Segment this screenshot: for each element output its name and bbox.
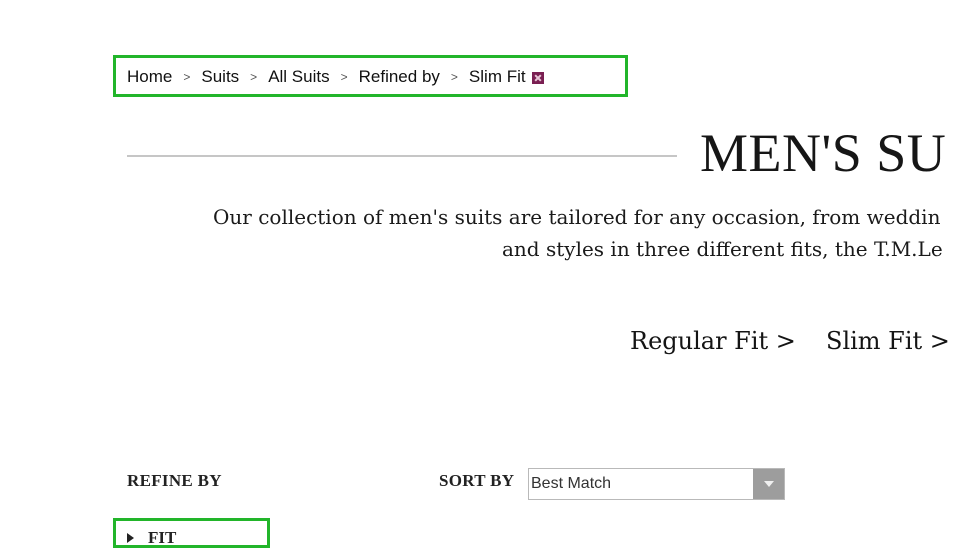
breadcrumb-home[interactable]: Home: [127, 67, 172, 87]
remove-filter-icon[interactable]: [531, 72, 544, 84]
regular-fit-link[interactable]: Regular Fit >: [630, 327, 796, 355]
sort-by-label: SORT BY: [439, 471, 515, 490]
sort-by-select[interactable]: Best Match: [528, 468, 785, 500]
sort-selected-value: Best Match: [531, 475, 612, 492]
refine-by-heading: REFINE BY: [127, 471, 222, 490]
breadcrumb-all-suits[interactable]: All Suits: [268, 67, 329, 87]
breadcrumb-separator: >: [340, 70, 348, 84]
breadcrumb-suits[interactable]: Suits: [201, 67, 239, 87]
breadcrumb-separator: >: [183, 70, 191, 84]
title-divider: [127, 155, 677, 157]
intro-text-line-1: Our collection of men's suits are tailor…: [213, 205, 941, 229]
fit-filter-toggle[interactable]: FIT: [127, 528, 176, 548]
slim-fit-link[interactable]: Slim Fit >: [826, 327, 950, 355]
fit-filter-label: FIT: [148, 528, 177, 547]
breadcrumb-separator: >: [250, 70, 258, 84]
chevron-down-icon[interactable]: [753, 469, 784, 499]
breadcrumb-slim-fit: Slim Fit: [468, 67, 526, 86]
caret-right-icon: [127, 533, 134, 543]
page-title: MEN'S SU: [700, 123, 947, 183]
breadcrumb-separator: >: [450, 70, 458, 84]
breadcrumb: Home > Suits > All Suits > Refined by > …: [127, 65, 544, 89]
intro-text-line-2: and styles in three different fits, the …: [502, 237, 943, 261]
breadcrumb-refined-by: Refined by: [358, 67, 440, 86]
